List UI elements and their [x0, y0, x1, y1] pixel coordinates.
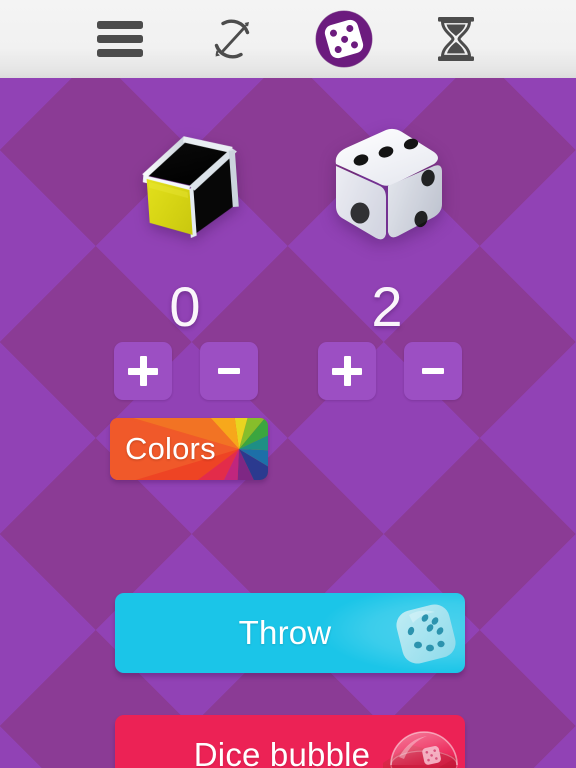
dice-bubble-button[interactable]: Dice bubble — [115, 715, 465, 768]
colors-button[interactable]: Colors — [110, 418, 268, 480]
dice-bubble-button-label: Dice bubble — [193, 736, 371, 768]
minus-icon — [218, 368, 240, 374]
white-pip-die-icon — [324, 118, 454, 248]
color-die-decrement-button[interactable] — [200, 342, 258, 400]
color-die-count: 0 — [169, 275, 201, 338]
pip-die-increment-button[interactable] — [318, 342, 376, 400]
toolbar-item-menu[interactable] — [64, 0, 176, 78]
toolbar-item-hourglass[interactable] — [400, 0, 512, 78]
pip-die-count: 2 — [371, 275, 403, 338]
rotate-arrow-icon — [207, 14, 257, 64]
cyan-die-icon — [395, 603, 457, 665]
dice-display-row — [0, 112, 576, 272]
throw-button-label: Throw — [238, 614, 332, 651]
app-root: 0 2 Colors Throw Dice bubble — [0, 0, 576, 768]
pip-die-slot[interactable] — [302, 112, 472, 272]
toolbar-item-rotate[interactable] — [176, 0, 288, 78]
colors-button-label: Colors — [125, 431, 216, 466]
throw-button[interactable]: Throw — [115, 593, 465, 673]
toolbar-item-dice[interactable] — [288, 0, 400, 78]
minus-icon — [422, 368, 444, 374]
hourglass-icon — [433, 15, 479, 63]
color-cube-icon — [126, 120, 252, 246]
pip-die-decrement-button[interactable] — [404, 342, 462, 400]
glass-dome-die-icon — [377, 719, 463, 768]
hamburger-icon — [97, 21, 143, 57]
dice-icon — [316, 11, 372, 67]
stepper-row — [0, 342, 576, 402]
color-die-increment-button[interactable] — [114, 342, 172, 400]
main-stage: 0 2 Colors Throw Dice bubble — [0, 78, 576, 768]
top-toolbar — [0, 0, 576, 78]
color-die-slot[interactable] — [100, 112, 270, 272]
